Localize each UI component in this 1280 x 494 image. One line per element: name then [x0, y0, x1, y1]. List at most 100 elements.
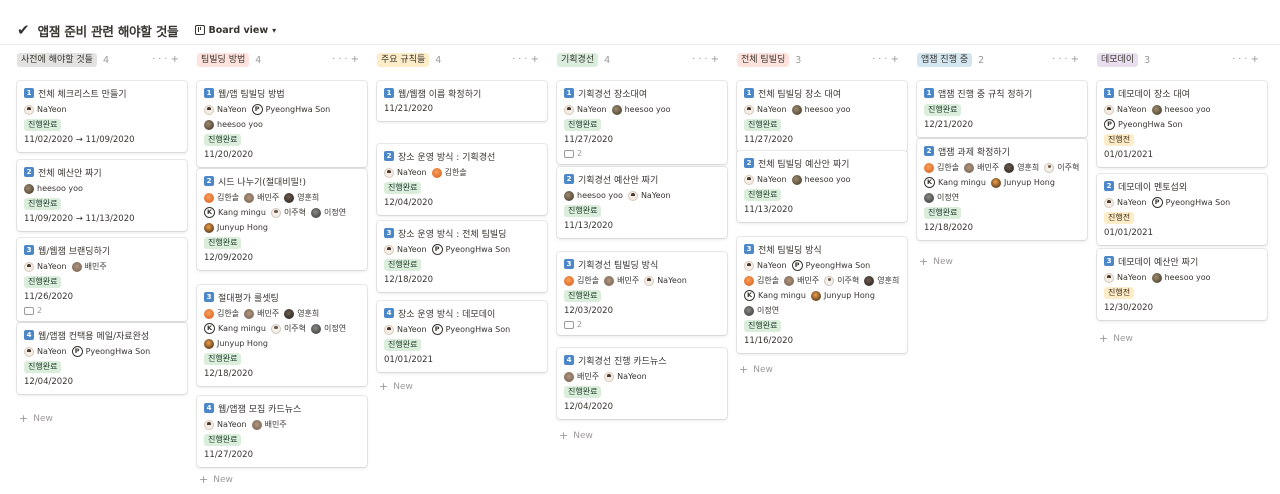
add-icon[interactable]: + — [351, 54, 362, 65]
column-count: 4 — [102, 54, 110, 66]
comment-count: 2 — [564, 149, 720, 158]
chevron-down-icon: ▾ — [272, 25, 277, 35]
person-name: 배민주 — [577, 372, 600, 381]
card-date: 11/26/2020 — [24, 292, 73, 302]
number-icon: 2 — [204, 176, 214, 186]
board-card[interactable]: 1 앱잼 진행 중 규칙 정하기 진행완료 12/21/2020 — [917, 81, 1087, 137]
avatar — [564, 275, 574, 286]
person: 김한솔 — [204, 191, 239, 204]
board-card[interactable]: 4 웹/앱잼 컨택용 메일/자료완성 NaYeon P PyeongHwa Son 진행완… — [17, 323, 187, 394]
avatar — [204, 419, 214, 430]
board-card[interactable]: 2 데모데이 멘토섭외 NaYeon P PyeongHwa Son 진행전 01/01/2… — [1097, 174, 1267, 245]
avatar — [244, 192, 255, 203]
avatar — [1151, 272, 1162, 283]
avatar — [71, 261, 82, 272]
board-card[interactable]: 2 시드 나누기(절대비밀!) 김한솔 배민주 영훈희 K Kang mingu 이주혁 이정연… — [197, 169, 367, 270]
new-card-button[interactable]: + New — [379, 380, 413, 393]
person: heesoo yoo — [611, 103, 671, 116]
board-card[interactable]: 1 데모데이 장소 대여 NaYeon heesoo yoo P PyeongHwa So… — [1097, 81, 1267, 167]
board-card[interactable]: 3 장소 운영 방식 : 전체 팀빌딩 NaYeon P PyeongHwa Son 진행… — [377, 221, 547, 292]
board-card[interactable]: 2 전체 팀빌딩 예산안 짜기 NaYeon heesoo yoo 진행완료 11/13/… — [737, 151, 907, 222]
plus-icon: + — [559, 429, 569, 442]
column-header: 데모데이 3 ···+ — [1094, 52, 1266, 68]
number-icon: 2 — [24, 167, 34, 177]
new-card-button[interactable]: + New — [559, 429, 593, 442]
avatar — [611, 104, 622, 115]
add-icon[interactable]: + — [1071, 54, 1082, 65]
avatar — [604, 275, 615, 286]
board-card[interactable]: 2 장소 운영 방식 : 기획경선 NaYeon 김한솔 진행완료 12/04/2020 — [377, 144, 547, 215]
more-icon[interactable]: ··· — [1052, 54, 1071, 65]
more-icon[interactable]: ··· — [872, 54, 891, 65]
add-icon[interactable]: + — [1251, 54, 1262, 65]
card-people: heesoo yoo — [24, 182, 180, 195]
card-title-text: 절대평가 룰셋팅 — [218, 293, 279, 304]
board-card[interactable]: 1 웹/웹잼 이름 확정하기 11/21/2020 — [377, 81, 547, 121]
person-name: NaYeon — [757, 105, 787, 114]
board-card[interactable]: 1 기획경선 장소대여 NaYeon heesoo yoo 진행완료 11/27/2020… — [557, 81, 727, 164]
more-icon[interactable]: ··· — [332, 54, 351, 65]
board-card[interactable]: 4 기획경선 진행 카드뉴스 배민주 NaYeon 진행완료 12/04/2020 — [557, 348, 727, 419]
card-title: 1 웹/웹잼 이름 확정하기 — [384, 87, 540, 100]
new-card-button[interactable]: + New — [919, 255, 953, 268]
card-title: 3 웹/웹잼 브랜딩하기 — [24, 244, 180, 257]
board-card[interactable]: 1 웹/앱 팀빌딩 방법 NaYeon P PyeongHwa Son heesoo yo… — [197, 81, 367, 167]
column-label[interactable]: 팀빌딩 방법 — [197, 53, 250, 67]
person: 이정연 — [311, 322, 346, 335]
board-view-button[interactable]: Board view ▾ — [194, 25, 277, 36]
number-icon: 3 — [204, 292, 214, 302]
add-icon[interactable]: + — [531, 54, 542, 65]
board-card[interactable]: 2 앱잼 과제 확정하기 김한솔 배민주 영훈희 이주혁 K Kang mingu Junyup… — [917, 139, 1087, 240]
more-icon[interactable]: ··· — [1232, 54, 1251, 65]
add-icon[interactable]: + — [891, 54, 902, 65]
number-icon: 2 — [1104, 181, 1114, 191]
card-date: 11/09/2020 → 11/13/2020 — [24, 214, 135, 224]
column-label[interactable]: 전체 팀빌딩 — [737, 53, 790, 67]
card-title: 2 전체 팀빌딩 예산안 짜기 — [744, 157, 900, 170]
number-icon: 1 — [744, 88, 754, 98]
column-label[interactable]: 기획경선 — [557, 53, 599, 67]
person-name: NaYeon — [1117, 198, 1147, 207]
avatar — [204, 308, 214, 319]
more-icon[interactable]: ··· — [692, 54, 711, 65]
avatar — [384, 167, 394, 178]
board-card[interactable]: 3 전체 팀빌딩 방식 NaYeon P PyeongHwa Son 김한솔 배민주 이주혁 영… — [737, 237, 907, 353]
new-card-button[interactable]: + New — [1099, 332, 1133, 345]
add-icon[interactable]: + — [171, 54, 182, 65]
new-card-button[interactable]: + New — [19, 412, 53, 425]
column-label[interactable]: 주요 규칙들 — [377, 53, 430, 67]
card-title: 1 데모데이 장소 대여 — [1104, 87, 1260, 100]
new-card-button[interactable]: + New — [199, 473, 233, 486]
board-card[interactable]: 3 데모데이 예산안 짜기 NaYeon heesoo yoo 진행전 12/30/202… — [1097, 249, 1267, 320]
add-icon[interactable]: + — [711, 54, 722, 65]
board-card[interactable]: 3 기획경선 팀빌딩 방식 김한솔 배민주 NaYeon 진행완료 12/03/2020 2 — [557, 252, 727, 335]
board-card[interactable]: 2 기획경선 예산안 짜기 heesoo yoo NaYeon 진행완료 11/13/20… — [557, 167, 727, 238]
person: 배민주 — [244, 307, 279, 320]
person: P PyeongHwa Son — [431, 243, 510, 256]
status-badge: 진행완료 — [384, 182, 422, 194]
column-header: 사전에 해야할 것들 4 ···+ — [14, 52, 186, 68]
more-icon[interactable]: ··· — [152, 54, 171, 65]
card-title: 1 기획경선 장소대여 — [564, 87, 720, 100]
board-card[interactable]: 3 웹/웹잼 브랜딩하기 NaYeon 배민주 진행완료 11/26/2020 2 — [17, 238, 187, 321]
card-title-text: 기획경선 팀빌딩 방식 — [578, 260, 659, 271]
board-card[interactable]: 1 전체 팀빌딩 장소 대여 NaYeon heesoo yoo 진행완료 11/27/2… — [737, 81, 907, 152]
column-label[interactable]: 앱잼 진행 중 — [917, 53, 973, 67]
column-count: 3 — [1144, 54, 1151, 66]
person: 영훈희 — [1004, 161, 1039, 174]
more-icon[interactable]: ··· — [512, 54, 531, 65]
board-card[interactable]: 4 장소 운영 방식 : 데모데이 NaYeon P PyeongHwa Son 진행완료… — [377, 301, 547, 372]
board-card[interactable]: 3 절대평가 룰셋팅 김한솔 배민주 영훈희 K Kang mingu 이주혁 이정연 Junyu… — [197, 285, 367, 386]
board-card[interactable]: 2 전체 예산안 짜기 heesoo yoo 진행완료 11/09/2020 → 11/… — [17, 160, 187, 231]
board-card[interactable]: 1 전체 체크리스트 만들기 NaYeon 진행완료 11/02/2020 → 11/0… — [17, 81, 187, 152]
new-card-button[interactable]: + New — [739, 363, 773, 376]
board-card[interactable]: 4 웹/앱잼 모집 카드뉴스 NaYeon 배민주 진행완료 11/27/2020 — [197, 396, 367, 467]
avatar — [744, 275, 754, 286]
person-name: NaYeon — [397, 245, 427, 254]
column-label[interactable]: 데모데이 — [1097, 53, 1139, 67]
person: P PyeongHwa Son — [71, 345, 150, 358]
column-label[interactable]: 사전에 해야할 것들 — [17, 53, 97, 67]
card-title: 3 전체 팀빌딩 방식 — [744, 243, 900, 256]
person-name: 이주혁 — [1057, 163, 1080, 172]
person-name: 김한솔 — [937, 163, 960, 172]
